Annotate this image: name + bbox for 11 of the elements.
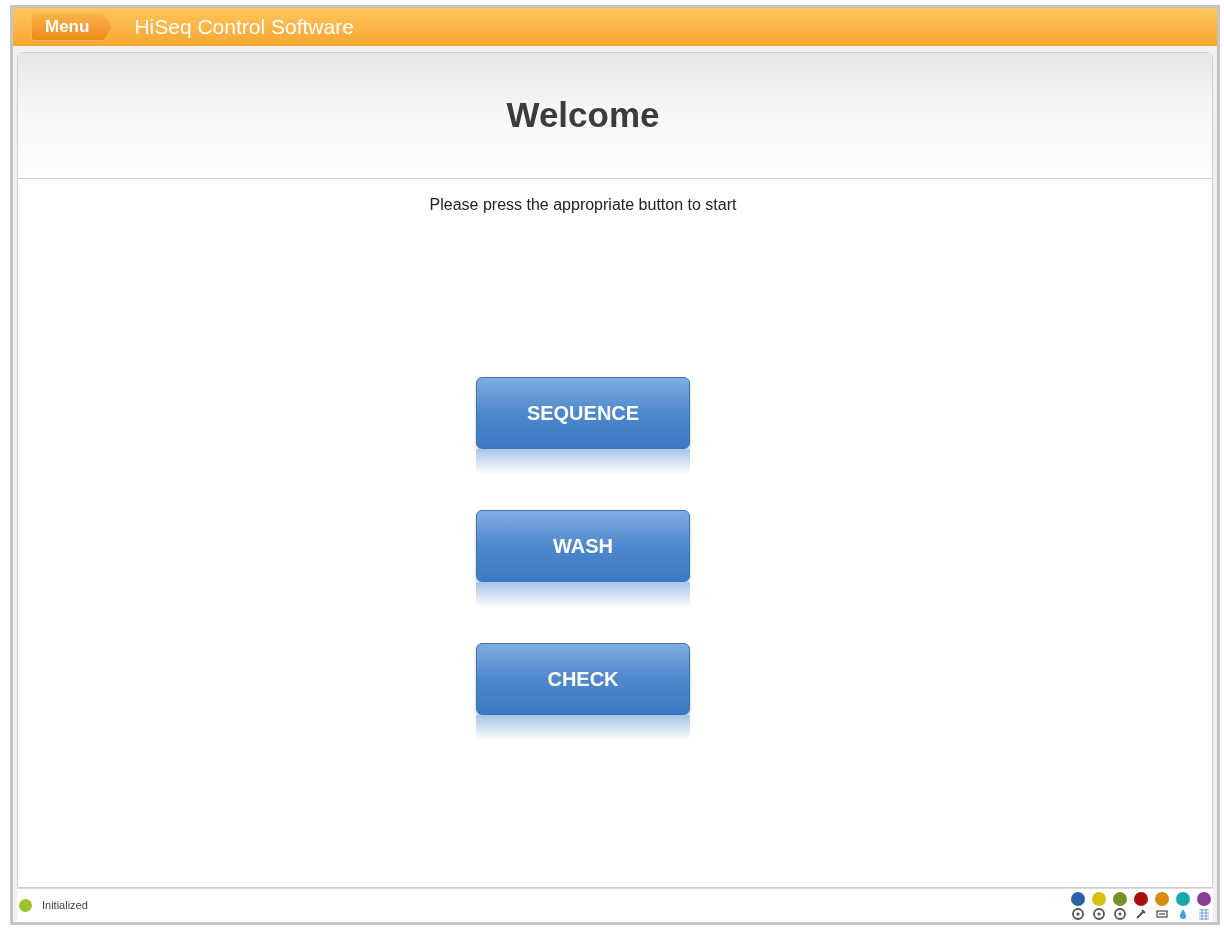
drop-icon [1177,907,1189,920]
wrench-icon [1135,907,1147,920]
action-button[interactable]: SEQUENCE [476,377,690,449]
app-title: HiSeq Control Software [134,14,354,41]
grid-icon [1198,907,1210,920]
action-button[interactable]: CHECK [476,643,690,715]
instruction-text: Please press the appropriate button to start [429,195,737,215]
page-heading: Welcome [506,94,660,137]
action-button[interactable]: WASH [476,510,690,582]
menu-button[interactable]: Menu [31,13,113,41]
status-text: Initialized [42,898,88,914]
